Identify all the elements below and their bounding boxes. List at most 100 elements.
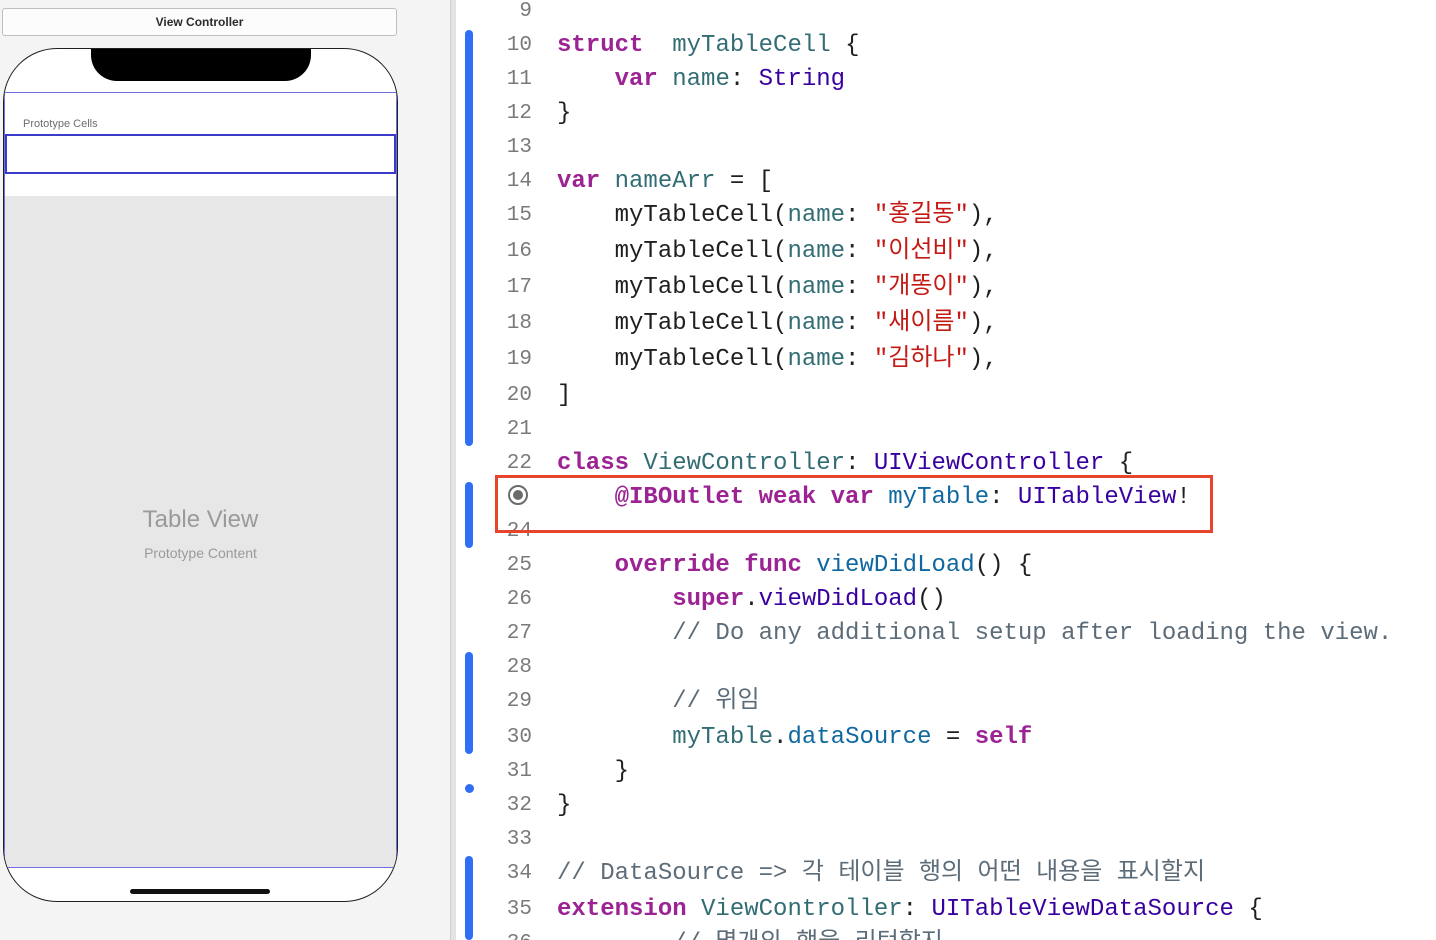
code-token: myTableCell(: [614, 310, 788, 337]
code-line[interactable]: 34 // DataSource => 각 테이블 행의 어떤 내용을 표시할지: [456, 857, 1436, 891]
line-number: 12: [506, 102, 532, 125]
code-token: dataSource: [787, 724, 932, 751]
code-text: myTableCell(name: "김하나"),: [557, 343, 998, 377]
prototype-cell[interactable]: [5, 134, 396, 174]
line-number: 18: [506, 312, 532, 335]
code-token: =: [931, 724, 975, 751]
code-text: myTable.dataSource = self: [557, 721, 1032, 755]
line-number: 27: [506, 622, 532, 645]
code-text: var nameArr = [: [557, 165, 773, 199]
code-line[interactable]: 15 myTableCell(name: "홍길동"),: [456, 199, 1436, 233]
code-editor[interactable]: 9 10 struct myTableCell {11 var name: Stri…: [456, 0, 1436, 940]
code-line[interactable]: 10 struct myTableCell {: [456, 29, 1436, 63]
code-token: name: [672, 66, 730, 93]
code-token: :: [845, 310, 874, 337]
code-line[interactable]: 17 myTableCell(name: "개똥이"),: [456, 271, 1436, 305]
code-line[interactable]: 13: [456, 131, 1436, 165]
code-token: "홍길동": [873, 202, 969, 229]
code-token: myTable: [672, 724, 774, 751]
code-text: ]: [557, 379, 571, 413]
code-token: name: [787, 274, 846, 301]
line-number: 14: [506, 170, 532, 193]
code-token: var: [557, 168, 601, 195]
code-token: class: [557, 450, 630, 477]
code-line[interactable]: 9: [456, 0, 1436, 29]
code-token: "새이름": [873, 310, 969, 337]
code-line[interactable]: 20]: [456, 379, 1436, 413]
code-token: {: [1104, 450, 1134, 477]
home-indicator: [130, 889, 270, 894]
code-token: viewDidLoad: [816, 552, 975, 579]
table-view[interactable]: Prototype Cells Table View Prototype Con…: [4, 92, 397, 868]
code-line[interactable]: 16 myTableCell(name: "이선비"),: [456, 235, 1436, 269]
code-token: nameArr: [614, 168, 716, 195]
code-token: ViewController: [701, 896, 903, 923]
table-view-title: Table View: [142, 506, 259, 533]
code-token: name: [787, 202, 846, 229]
view-controller-title-bar[interactable]: View Controller: [2, 8, 397, 36]
code-line[interactable]: 14 var nameArr = [: [456, 165, 1436, 199]
highlight-annotation-box: [495, 475, 1213, 533]
code-line[interactable]: 12}: [456, 97, 1436, 131]
code-text: myTableCell(name: "새이름"),: [557, 307, 998, 341]
storyboard-canvas[interactable]: View Controller Prototype Cells Table Vi…: [0, 0, 450, 940]
code-text: }: [557, 97, 571, 131]
line-number: 20: [506, 384, 532, 407]
code-token: .: [773, 724, 788, 751]
code-line[interactable]: 19 myTableCell(name: "김하나"),: [456, 343, 1436, 377]
line-number: 30: [506, 726, 532, 749]
line-number: 21: [506, 418, 532, 441]
code-text: }: [557, 789, 571, 823]
view-controller-title: View Controller: [155, 15, 244, 29]
code-token: struct: [557, 32, 644, 59]
code-token: myTableCell(: [614, 274, 788, 301]
code-line[interactable]: 27 // Do any additional setup after load…: [456, 617, 1436, 651]
code-line[interactable]: 28: [456, 651, 1436, 685]
code-line[interactable]: 33: [456, 823, 1436, 857]
code-text: // 몇개의 행을 리턴할지: [557, 927, 943, 940]
code-line[interactable]: 35 extension ViewController: UITableViewD…: [456, 893, 1436, 927]
code-line[interactable]: 30 myTable.dataSource = self: [456, 721, 1436, 755]
code-line[interactable]: 31 }: [456, 755, 1436, 789]
code-token: () {: [974, 552, 1033, 579]
line-number: 10: [506, 34, 532, 57]
code-token: // 몇개의 행을 리턴할지: [672, 930, 943, 940]
code-token: :: [729, 66, 759, 93]
code-token: UITableViewDataSource: [931, 896, 1234, 923]
device-notch: [91, 49, 311, 81]
code-line[interactable]: 26 super.viewDidLoad(): [456, 583, 1436, 617]
code-text: override func viewDidLoad() {: [557, 549, 1033, 583]
code-line[interactable]: 21: [456, 413, 1436, 447]
line-number: 32: [506, 794, 532, 817]
code-token: name: [787, 238, 846, 265]
code-line[interactable]: 18 myTableCell(name: "새이름"),: [456, 307, 1436, 341]
code-token: :: [845, 274, 874, 301]
code-token: ),: [968, 202, 998, 229]
code-token: ]: [557, 382, 572, 409]
code-token: myTableCell(: [614, 202, 788, 229]
code-token: :: [845, 238, 874, 265]
code-line[interactable]: 32}: [456, 789, 1436, 823]
code-line[interactable]: 29 // 위임: [456, 685, 1436, 719]
code-text: myTableCell(name: "개똥이"),: [557, 271, 998, 305]
code-line[interactable]: 11 var name: String: [456, 63, 1436, 97]
code-token: }: [557, 758, 630, 785]
code-token: // DataSource => 각 테이블 행의 어떤 내용을 표시할지: [557, 860, 1206, 887]
code-token: func: [744, 552, 802, 579]
code-token: ),: [968, 274, 998, 301]
code-text: // DataSource => 각 테이블 행의 어떤 내용을 표시할지: [557, 857, 1205, 891]
code-token: self: [974, 724, 1033, 751]
code-token: }: [557, 100, 572, 127]
code-text: struct myTableCell {: [557, 29, 859, 63]
code-line[interactable]: 25 override func viewDidLoad() {: [456, 549, 1436, 583]
code-token: ),: [968, 310, 998, 337]
code-line[interactable]: 36 // 몇개의 행을 리턴할지: [456, 927, 1436, 940]
line-number: 13: [506, 136, 532, 159]
